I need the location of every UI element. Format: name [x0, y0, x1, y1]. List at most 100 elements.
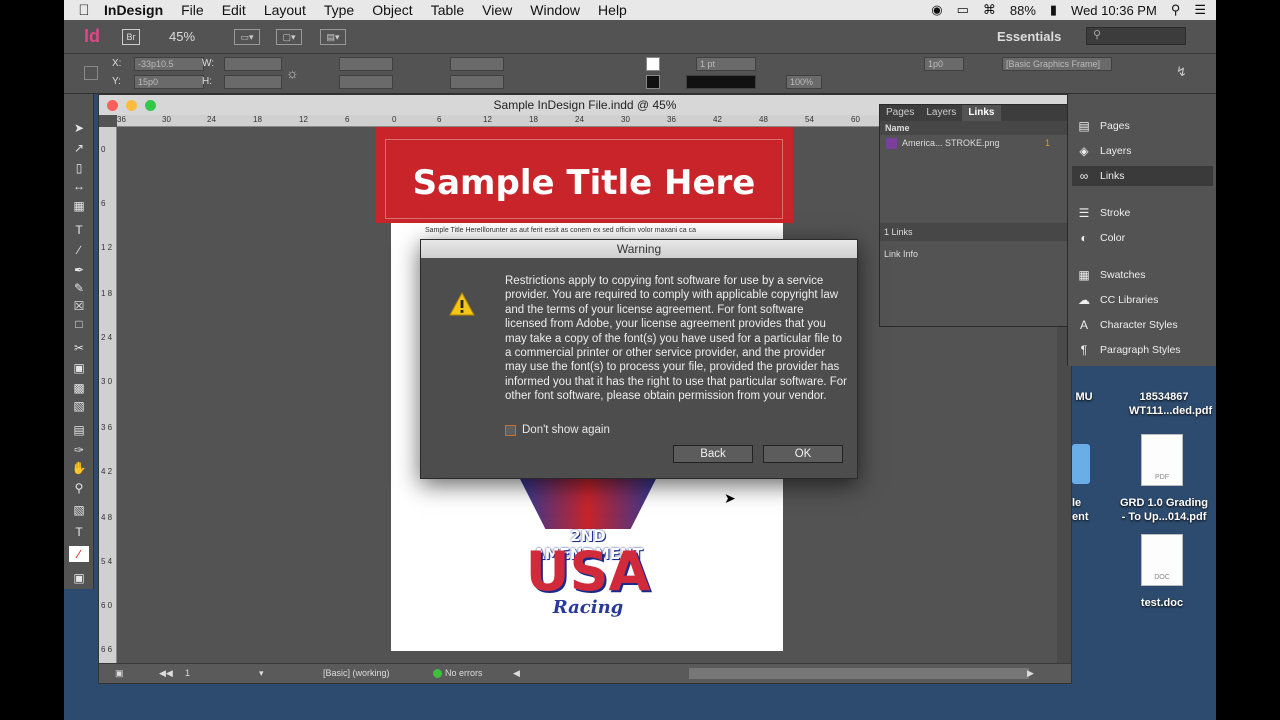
hand-tool-icon[interactable]: ✋: [69, 460, 89, 476]
apple-menu-icon[interactable]: : [64, 2, 104, 19]
battery-percent[interactable]: 88%: [1010, 3, 1036, 18]
page-tool-icon[interactable]: ▯: [69, 160, 89, 176]
workspace-switcher[interactable]: Essentials: [997, 29, 1061, 44]
zoom-tool-icon[interactable]: ⚲: [69, 480, 89, 496]
view-options-button[interactable]: ▭▾: [234, 29, 260, 45]
usa-racing-artwork[interactable]: 2ND AMENDMENT USA Racing: [517, 473, 659, 625]
menu-layout[interactable]: Layout: [264, 2, 306, 18]
dock-character-styles[interactable]: A Character Styles: [1072, 315, 1213, 335]
menu-table[interactable]: Table: [431, 2, 464, 18]
formatting-affects-icon[interactable]: T: [69, 524, 89, 540]
content-collector-icon[interactable]: ▦: [69, 198, 89, 214]
desktop-partial-folder[interactable]: le ent: [1072, 496, 1098, 524]
menu-help[interactable]: Help: [598, 2, 627, 18]
screen-mode-icon[interactable]: ▣: [69, 570, 89, 586]
type-tool-icon[interactable]: T: [69, 222, 89, 238]
preflight-icon[interactable]: ▣: [115, 668, 124, 679]
link-info-header[interactable]: Link Info: [880, 245, 1068, 263]
folder-icon[interactable]: [1072, 444, 1090, 484]
page-number-field[interactable]: 1: [185, 668, 190, 678]
title-banner[interactable]: Sample Title Here: [375, 127, 793, 223]
menu-edit[interactable]: Edit: [222, 2, 246, 18]
pen-tool-icon[interactable]: ✒: [69, 262, 89, 278]
shear-field[interactable]: [450, 75, 504, 89]
stroke-type-field[interactable]: [686, 75, 756, 89]
dock-cc-libraries[interactable]: ☁ CC Libraries: [1072, 290, 1213, 310]
airplay-icon[interactable]: ▭: [957, 2, 969, 18]
body-text-frame[interactable]: Sample Title HereIllorunter as aut ferit…: [425, 227, 755, 234]
note-tool-icon[interactable]: ▤: [69, 422, 89, 438]
record-icon[interactable]: ◉: [931, 2, 942, 18]
dock-layers[interactable]: ◈ Layers: [1072, 141, 1213, 161]
link-page-number[interactable]: 1: [1045, 135, 1050, 151]
dock-pages[interactable]: ▤ Pages: [1072, 116, 1213, 136]
minimize-window-icon[interactable]: [126, 100, 137, 111]
quick-apply-icon[interactable]: ↯: [1176, 64, 1187, 80]
zoom-window-icon[interactable]: [145, 100, 156, 111]
direct-selection-tool-icon[interactable]: ↗: [69, 140, 89, 156]
desktop-file-doc[interactable]: test.doc: [1124, 596, 1200, 610]
search-input[interactable]: ⚲: [1086, 27, 1186, 45]
spacing-field[interactable]: 1p0: [924, 57, 964, 71]
menu-window[interactable]: Window: [530, 2, 580, 18]
scissors-tool-icon[interactable]: ✂: [69, 340, 89, 356]
checkbox-box[interactable]: [505, 424, 516, 436]
stroke-swatch-icon[interactable]: [646, 75, 660, 89]
horizontal-scroll-thumb[interactable]: [689, 668, 1029, 679]
line-tool-icon[interactable]: ∕: [69, 242, 89, 258]
dock-color[interactable]: ◐ Color: [1072, 228, 1213, 248]
close-window-icon[interactable]: [107, 100, 118, 111]
dock-swatches[interactable]: ▦ Swatches: [1072, 265, 1213, 285]
clock[interactable]: Wed 10:36 PM: [1071, 3, 1157, 18]
gradient-swatch-tool-icon[interactable]: ▩: [69, 380, 89, 396]
scale-y-field[interactable]: [339, 75, 393, 89]
zoom-level[interactable]: 45%: [169, 29, 195, 44]
stroke-weight-field[interactable]: 1 pt: [696, 57, 756, 71]
screen-mode-button[interactable]: ▢▾: [276, 29, 302, 45]
gradient-feather-tool-icon[interactable]: ▧: [69, 398, 89, 414]
dock-paragraph-styles[interactable]: ¶ Paragraph Styles: [1072, 340, 1213, 360]
ok-button[interactable]: OK: [763, 445, 843, 463]
menu-view[interactable]: View: [482, 2, 512, 18]
scroll-right-icon[interactable]: ▶: [1027, 668, 1034, 679]
spotlight-icon[interactable]: ⚲: [1171, 2, 1181, 18]
free-transform-tool-icon[interactable]: ▣: [69, 360, 89, 376]
x-field[interactable]: -33p10.5: [134, 57, 204, 71]
preflight-status[interactable]: No errors: [445, 668, 483, 678]
rectangle-frame-tool-icon[interactable]: ☒: [69, 298, 89, 314]
fill-stroke-icon[interactable]: ▧: [69, 502, 89, 518]
tab-layers[interactable]: Layers: [920, 105, 962, 121]
scale-x-field[interactable]: [339, 57, 393, 71]
scroll-left-icon[interactable]: ◀: [513, 668, 520, 679]
eyedropper-tool-icon[interactable]: ✑: [69, 442, 89, 458]
selection-tool-icon[interactable]: ➤: [69, 120, 89, 136]
banner-title[interactable]: Sample Title Here: [375, 163, 793, 203]
opacity-field[interactable]: 100%: [786, 75, 822, 89]
desktop-file-pdf2[interactable]: GRD 1.0 Grading - To Up...014.pdf: [1114, 496, 1214, 524]
w-field[interactable]: [224, 57, 282, 71]
links-column-header[interactable]: Name: [880, 121, 1068, 135]
menu-file[interactable]: File: [181, 2, 204, 18]
rectangle-tool-icon[interactable]: □: [69, 316, 89, 332]
constrain-proportions-icon[interactable]: ☼: [286, 65, 299, 81]
arrange-documents-button[interactable]: ▤▾: [320, 29, 346, 45]
desktop-partial-label[interactable]: MU: [1074, 390, 1094, 404]
reference-point-icon[interactable]: [84, 66, 98, 80]
h-field[interactable]: [224, 75, 282, 89]
menu-object[interactable]: Object: [372, 2, 412, 18]
vertical-ruler[interactable]: 0 6 1 2 1 8 2 4 3 0 3 6 4 2 4 8 5 4 6 0 …: [99, 127, 117, 665]
doc-document-icon[interactable]: DOC: [1141, 534, 1183, 586]
menu-type[interactable]: Type: [324, 2, 354, 18]
battery-icon[interactable]: ▮: [1050, 2, 1057, 18]
gap-tool-icon[interactable]: ↔: [69, 178, 89, 194]
object-style-field[interactable]: [Basic Graphics Frame]: [1002, 57, 1112, 71]
dock-stroke[interactable]: ☰ Stroke: [1072, 203, 1213, 223]
link-row[interactable]: America... STROKE.png 1: [880, 135, 1068, 151]
fill-none-icon[interactable]: [646, 57, 660, 71]
wifi-icon[interactable]: ⌘: [983, 2, 996, 18]
back-button[interactable]: Back: [673, 445, 753, 463]
dock-links[interactable]: ∞ Links: [1072, 166, 1213, 186]
bridge-button[interactable]: Br: [122, 29, 140, 45]
page-menu-chevron-icon[interactable]: ▾: [259, 668, 264, 679]
app-menu[interactable]: InDesign: [104, 2, 163, 18]
